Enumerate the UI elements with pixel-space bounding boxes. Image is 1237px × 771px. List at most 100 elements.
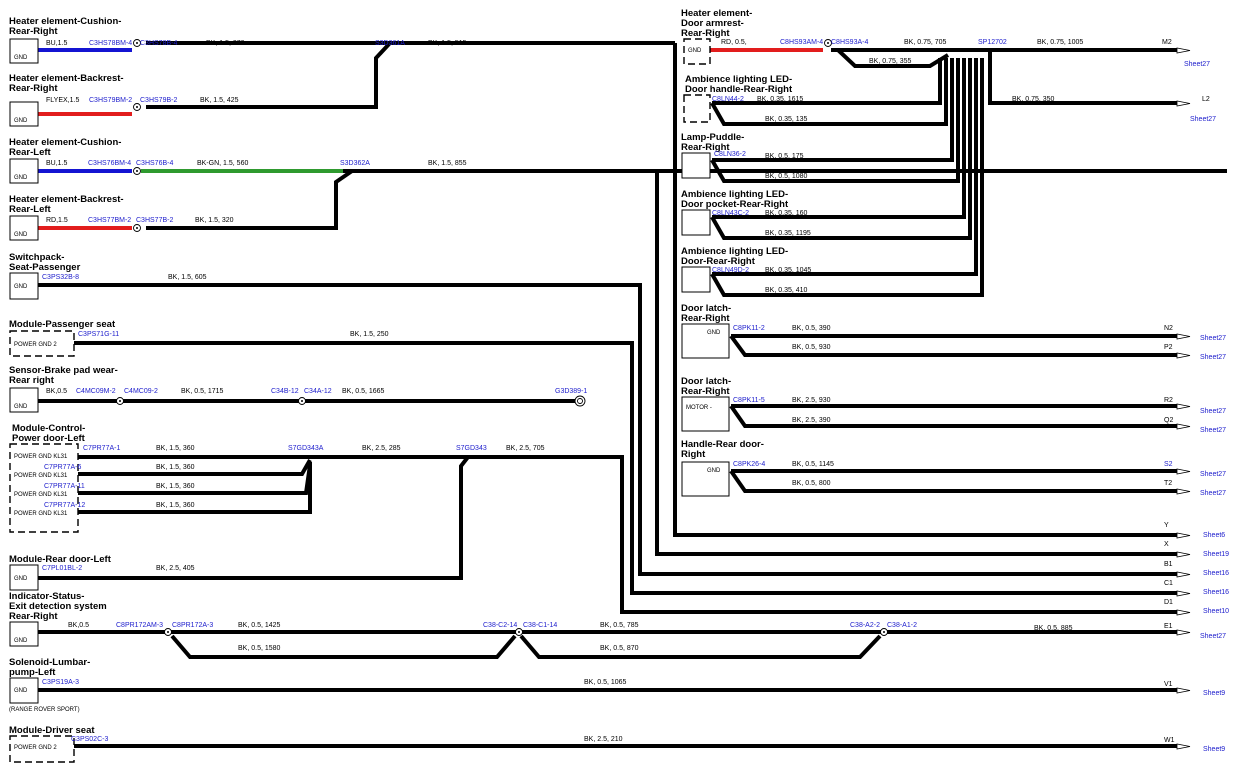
connector-label: C3HS78B-4 [140, 40, 177, 47]
box-label: GND [14, 688, 28, 694]
offsheet-ref: R2 [1164, 397, 1173, 404]
svg-text:BK, 0.75, 350: BK, 0.75, 350 [1012, 96, 1055, 103]
svg-text:C8LN43C-2: C8LN43C-2 [712, 210, 749, 217]
component-note: (RANGE ROVER SPORT) [9, 707, 80, 713]
svg-text:Door pocket-Rear-Right: Door pocket-Rear-Right [681, 199, 789, 210]
connector-label: C4MC09-2 [124, 388, 158, 395]
connector-label: C3PS02C-3 [71, 736, 108, 743]
svg-text:BK, 0.5, 390: BK, 0.5, 390 [792, 325, 831, 332]
offsheet-ref: S2 [1164, 461, 1173, 468]
svg-text:C8HS93AM-4: C8HS93AM-4 [780, 39, 823, 46]
component-title: Door pocket-Rear-Right [681, 199, 789, 210]
offsheet-ref: D1 [1164, 599, 1173, 606]
connector-label: C38-C1-14 [523, 622, 557, 629]
box-label: POWER GND KL31 [14, 473, 68, 479]
connector-label: C8PR172AM-3 [116, 622, 163, 629]
component-title: Door-Rear-Right [681, 256, 756, 267]
offsheet-sheet: Sheet27 [1200, 471, 1226, 478]
connector-label: C38-A2-2 [850, 622, 880, 629]
connector-label: C8LN43C-2 [712, 210, 749, 217]
wire-label: BK, 0.35, 410 [765, 287, 808, 294]
svg-text:C3HS78BM-4: C3HS78BM-4 [89, 40, 132, 47]
svg-text:Rear-Right: Rear-Right [681, 28, 730, 39]
svg-text:Module-Driver seat: Module-Driver seat [9, 725, 95, 736]
box-label: GND [14, 638, 28, 644]
wire-label: BK, 0.5, 785 [600, 622, 639, 629]
svg-text:BK, 0.5, 1665: BK, 0.5, 1665 [342, 388, 385, 395]
wire-label: BK, 0.5, 1715 [181, 388, 224, 395]
svg-text:Sheet19: Sheet19 [1203, 551, 1229, 558]
offsheet-sheet: Sheet16 [1203, 589, 1229, 596]
svg-text:BK, 2.5, 705: BK, 2.5, 705 [506, 445, 545, 452]
svg-text:POWER GND KL31: POWER GND KL31 [14, 492, 68, 498]
component-title: pump-Left [9, 667, 56, 678]
svg-text:BK, 0.5, 800: BK, 0.5, 800 [792, 480, 831, 487]
connector-label: C3HS77BM-2 [88, 217, 131, 224]
wire-label: BK-GN, 1.5, 560 [197, 160, 248, 167]
svg-text:Rear right: Rear right [9, 375, 55, 386]
wire-label: BK, 2.5, 705 [506, 445, 545, 452]
svg-text:BK-GN, 1.5, 560: BK-GN, 1.5, 560 [197, 160, 248, 167]
box-label: GND [14, 55, 28, 61]
svg-text:POWER GND 2: POWER GND 2 [14, 342, 57, 348]
offsheet-ref: Q2 [1164, 417, 1173, 424]
svg-text:P2: P2 [1164, 344, 1173, 351]
connector-label: C8HS93AM-4 [780, 39, 823, 46]
connector-label: G3D389-1 [555, 388, 587, 395]
wire-label: BK, 0.35, 160 [765, 210, 808, 217]
offsheet-ref: T2 [1164, 480, 1172, 487]
svg-text:pump-Left: pump-Left [9, 667, 56, 678]
component-title: Rear right [9, 375, 55, 386]
svg-text:D1: D1 [1164, 599, 1173, 606]
connector-label: S3D361A [375, 40, 405, 47]
svg-text:BK, 1.5, 370: BK, 1.5, 370 [206, 40, 245, 47]
svg-text:N2: N2 [1164, 325, 1173, 332]
connector-label: SP12702 [978, 39, 1007, 46]
svg-text:X: X [1164, 541, 1169, 548]
svg-text:M2: M2 [1162, 39, 1172, 46]
svg-text:GND: GND [14, 55, 28, 61]
svg-text:C38-A1-2: C38-A1-2 [887, 622, 917, 629]
wire-label: BK, 0.5, 930 [792, 344, 831, 351]
svg-text:POWER GND KL31: POWER GND KL31 [14, 454, 68, 460]
svg-text:BK, 0.5, 175: BK, 0.5, 175 [765, 153, 804, 160]
svg-text:C3PS71G-11: C3PS71G-11 [78, 331, 119, 338]
wire-label: BK, 0.5, 800 [792, 480, 831, 487]
connector-label: C3HS76B-4 [136, 160, 173, 167]
svg-text:C4MC09M-2: C4MC09M-2 [76, 388, 116, 395]
offsheet-ref: W1 [1164, 737, 1175, 744]
svg-text:Module-Passenger seat: Module-Passenger seat [9, 319, 116, 330]
svg-text:BK, 0.35, 1615: BK, 0.35, 1615 [757, 96, 803, 103]
svg-text:BK, 1.5, 605: BK, 1.5, 605 [168, 274, 207, 281]
svg-text:BK, 0.5, 1145: BK, 0.5, 1145 [792, 461, 834, 468]
offsheet-sheet: Sheet6 [1203, 532, 1225, 539]
svg-text:BK, 0.35, 135: BK, 0.35, 135 [765, 116, 808, 123]
svg-text:BK, 1.5, 320: BK, 1.5, 320 [195, 217, 234, 224]
component-title: Module-Passenger seat [9, 319, 116, 330]
svg-text:GND: GND [707, 330, 721, 336]
svg-text:FLYEX,1.5: FLYEX,1.5 [46, 97, 79, 104]
offsheet-refs: M2 Sheet27 L2 Sheet27 N2 Sheet27 P2 Shee… [1162, 39, 1229, 753]
component-title: Rear-Right [681, 313, 730, 324]
svg-text:BK, 1.5, 360: BK, 1.5, 360 [156, 445, 195, 452]
wire-label: BK, 1.5, 360 [156, 502, 195, 509]
wire-label: BK, 0.75, 355 [869, 58, 912, 65]
wire-label: FLYEX,1.5 [46, 97, 79, 104]
box-label: GND [14, 118, 28, 124]
wire-label: BU,1.5 [46, 40, 68, 47]
svg-text:RD,1.5: RD,1.5 [46, 217, 68, 224]
box-label: POWER GND KL31 [14, 454, 68, 460]
component-title: Rear-Right [681, 386, 730, 397]
svg-text:BK, 1.5, 250: BK, 1.5, 250 [350, 331, 389, 338]
connector-label: S7GD343 [456, 445, 487, 452]
wire-label: BK, 0.75, 1005 [1037, 39, 1083, 46]
offsheet-sheet: Sheet27 [1200, 408, 1226, 415]
svg-text:POWER GND KL31: POWER GND KL31 [14, 511, 68, 517]
connector-label: C7PR77A-1 [83, 445, 120, 452]
svg-text:C38-C1-14: C38-C1-14 [523, 622, 557, 629]
wire-label: BK, 0.35, 1195 [765, 230, 811, 237]
offsheet-sheet: Sheet16 [1203, 570, 1229, 577]
svg-text:BK, 1.5, 360: BK, 1.5, 360 [156, 483, 195, 490]
svg-text:V1: V1 [1164, 681, 1173, 688]
connector-label: C7PL01BL-2 [42, 565, 82, 572]
